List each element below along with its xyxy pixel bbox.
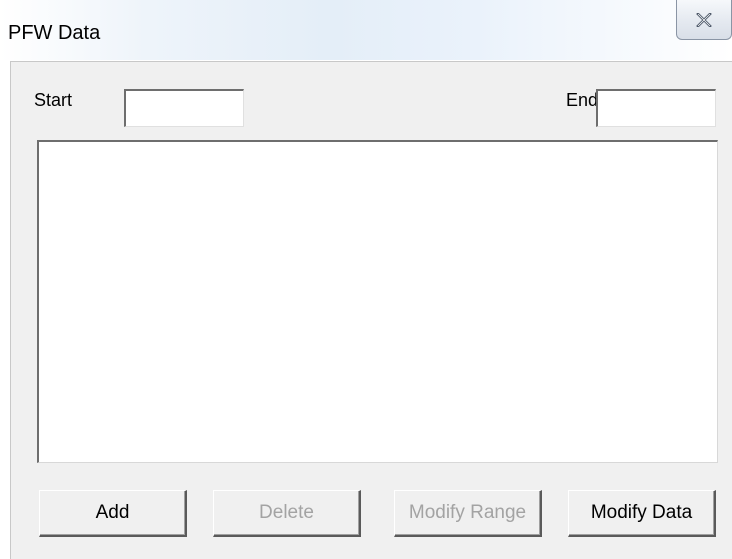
data-list[interactable] <box>37 140 718 463</box>
start-label: Start <box>34 90 73 110</box>
close-button[interactable] <box>676 0 732 40</box>
end-label: End <box>566 90 599 110</box>
modify-data-button[interactable]: Modify Data <box>568 490 716 537</box>
add-button[interactable]: Add <box>39 490 187 537</box>
delete-button[interactable]: Delete <box>213 490 361 537</box>
dialog-body: Start End Add Delete Modify Range Modify… <box>10 61 732 559</box>
title-bar: PFW Data <box>0 0 732 60</box>
window-title: PFW Data <box>8 22 101 44</box>
end-input[interactable] <box>596 89 716 127</box>
start-input[interactable] <box>124 89 244 127</box>
modify-range-button[interactable]: Modify Range <box>394 490 542 537</box>
close-icon <box>696 12 712 27</box>
